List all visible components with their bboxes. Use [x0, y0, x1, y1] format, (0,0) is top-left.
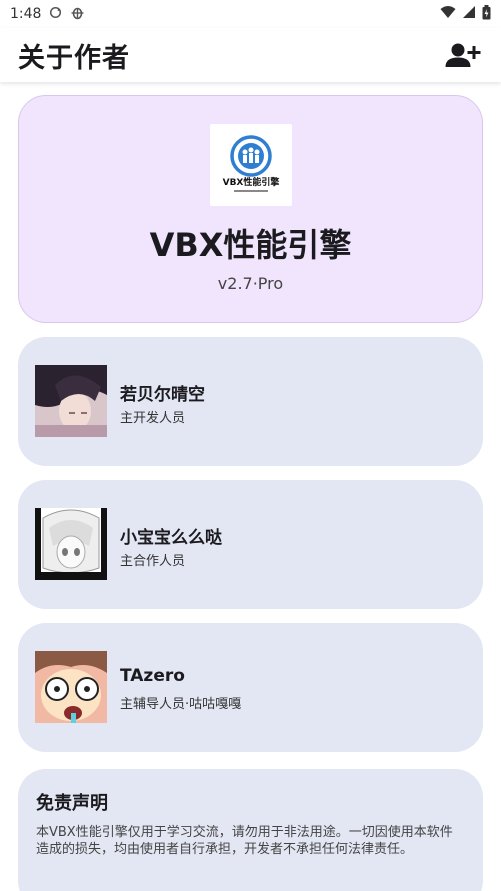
- status-time: 1:48: [10, 6, 42, 22]
- disclaimer-card: 免责声明 本VBX性能引擎仅用于学习交流，请勿用于非法用途。一切因使用本软件造成…: [18, 769, 483, 891]
- app-version: v2.7·Pro: [217, 274, 284, 293]
- author-name: 若贝尔晴空: [120, 385, 205, 405]
- add-user-icon: [445, 43, 481, 67]
- sync-icon: [49, 6, 62, 23]
- logo-text: VBX性能引擎: [223, 176, 280, 188]
- page-title: 关于作者: [18, 42, 130, 74]
- app-logo: VBX性能引擎: [210, 124, 292, 206]
- status-bar: 1:48: [0, 0, 501, 28]
- dark-hair-avatar: [35, 365, 107, 437]
- battery-icon: [482, 4, 491, 24]
- add-user-button[interactable]: [443, 35, 483, 75]
- author-role: 主合作人员: [120, 554, 186, 569]
- author-card[interactable]: 若贝尔晴空 主开发人员: [18, 337, 483, 466]
- app-info-card: VBX性能引擎 VBX性能引擎 v2.7·Pro: [18, 95, 483, 323]
- wifi-icon: [440, 5, 456, 23]
- author-name: 小宝宝么么哒: [120, 528, 222, 548]
- status-left: 1:48: [10, 5, 85, 24]
- app-bar: 关于作者: [0, 28, 501, 82]
- author-card[interactable]: TAzero 主辅导人员·咕咕嘎嘎: [18, 623, 483, 752]
- bug-icon: [70, 5, 85, 24]
- author-role: 主开发人员: [120, 411, 186, 426]
- content-scroll-area[interactable]: VBX性能引擎 VBX性能引擎 v2.7·Pro 若贝尔晴空 主开发人员 小宝宝…: [0, 82, 501, 891]
- sketch-avatar: [35, 508, 107, 580]
- status-right: [440, 4, 491, 24]
- cellular-signal-icon: [462, 5, 476, 23]
- disclaimer-title: 免责声明: [36, 793, 108, 814]
- author-card[interactable]: 小宝宝么么哒 主合作人员: [18, 480, 483, 609]
- cartoon-avatar: [35, 651, 107, 723]
- author-name: TAzero: [120, 666, 185, 686]
- app-name: VBX性能引擎: [149, 226, 352, 264]
- author-role: 主辅导人员·咕咕嘎嘎: [120, 697, 242, 712]
- disclaimer-text: 本VBX性能引擎仅用于学习交流，请勿用于非法用途。一切因使用本软件造成的损失，均…: [36, 825, 453, 857]
